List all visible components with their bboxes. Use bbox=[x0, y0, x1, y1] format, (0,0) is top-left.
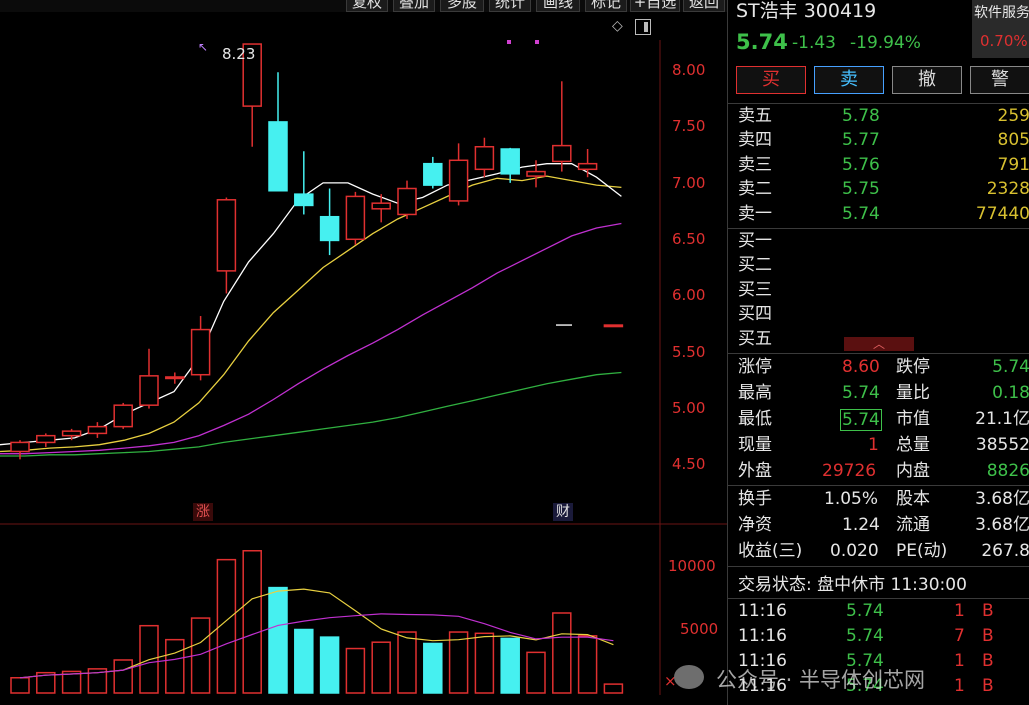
price-tick-5.00: 5.00 bbox=[672, 399, 706, 417]
price-tick-5.50: 5.50 bbox=[672, 343, 706, 361]
ask-row-3[interactable]: 卖三 5.76 791 bbox=[728, 153, 1029, 177]
sell-button[interactable]: 卖 bbox=[814, 66, 884, 94]
volume-bar bbox=[552, 612, 572, 694]
high-arrow-icon: ↖ bbox=[198, 40, 209, 54]
finance-tag[interactable]: 财 bbox=[553, 503, 573, 521]
candle-body bbox=[294, 193, 314, 207]
price-change-pct: -19.94% bbox=[850, 33, 921, 53]
volume-bar bbox=[526, 651, 546, 694]
buy-button[interactable]: 买 bbox=[736, 66, 806, 94]
price-tick-8.00: 8.00 bbox=[672, 61, 706, 79]
bid-row-4[interactable]: 买四 bbox=[728, 302, 1029, 326]
ask-row-1[interactable]: 卖一 5.74 77440 bbox=[728, 202, 1029, 226]
wechat-icon bbox=[674, 665, 704, 689]
candle-body bbox=[474, 145, 495, 171]
candle-body bbox=[397, 187, 417, 216]
event-dot bbox=[535, 40, 539, 44]
volume-bar bbox=[345, 647, 366, 694]
stats-row-turnover: 换手 1.05% 股本 3.68亿 bbox=[738, 489, 1029, 509]
candle-body bbox=[500, 148, 520, 175]
price-tick-6.00: 6.00 bbox=[672, 286, 706, 304]
candle-body bbox=[36, 434, 56, 444]
volume-bar bbox=[500, 637, 520, 694]
ma20-line bbox=[0, 222, 622, 455]
volume-bar bbox=[448, 631, 469, 694]
candle-body bbox=[268, 121, 288, 192]
volume-ma-line bbox=[19, 613, 614, 679]
candle-body bbox=[526, 170, 546, 177]
price-tick-4.50: 4.50 bbox=[672, 455, 706, 473]
tick-row: 11:16 5.74 1 B bbox=[738, 601, 994, 621]
ma60-line bbox=[0, 371, 622, 457]
candle-body bbox=[87, 425, 108, 435]
volume-bar bbox=[10, 677, 30, 694]
volume-tick-10000: 10000 bbox=[668, 557, 716, 575]
volume-bar bbox=[397, 631, 417, 694]
candle-body bbox=[165, 376, 185, 380]
candle-body bbox=[345, 195, 366, 241]
limit-up-tag[interactable]: 涨 bbox=[193, 503, 213, 521]
volume-bar bbox=[603, 683, 624, 694]
high-value-label: 8.23 bbox=[222, 45, 256, 63]
candle-body bbox=[113, 404, 133, 428]
sector-change-pct: 0.70% bbox=[980, 32, 1028, 50]
volume-bar bbox=[577, 635, 598, 694]
candle-body bbox=[319, 215, 340, 242]
candle-body bbox=[10, 441, 30, 453]
bid-row-1[interactable]: 买一 bbox=[728, 229, 1029, 253]
trade-status: 交易状态: 盘中休市 11:30:00 bbox=[738, 575, 967, 595]
event-dot bbox=[507, 40, 511, 44]
candle-body bbox=[61, 430, 82, 437]
stats-row-curvol: 现量 1 总量 38552 bbox=[738, 435, 1029, 455]
price-tick-7.50: 7.50 bbox=[672, 117, 706, 135]
ask-row-2[interactable]: 卖二 5.75 2328 bbox=[728, 177, 1029, 201]
stats-row-outer: 外盘 29726 内盘 8826 bbox=[738, 461, 1029, 481]
stock-name-code: ST浩丰 300419 bbox=[736, 0, 877, 22]
volume-bar bbox=[319, 636, 340, 694]
volume-bar bbox=[268, 586, 288, 694]
stats-row-low: 最低 5.74 市值 21.1亿 bbox=[738, 409, 1029, 431]
volume-bar bbox=[371, 641, 391, 694]
bid-row-3[interactable]: 买三 bbox=[728, 278, 1029, 302]
volume-bar bbox=[165, 638, 185, 694]
candle-body bbox=[448, 159, 469, 202]
stats-row-nav: 净资 1.24 流通 3.68亿 bbox=[738, 515, 1029, 535]
candle-body bbox=[552, 144, 572, 163]
quote-panel: ST浩丰 300419 软件服务 0.70% 5.74 -1.43 -19.94… bbox=[727, 0, 1029, 705]
candle-body bbox=[423, 162, 443, 186]
volume-bar bbox=[474, 632, 495, 694]
price-tick-6.50: 6.50 bbox=[672, 230, 706, 248]
ask-row-5[interactable]: 卖五 5.78 259 bbox=[728, 104, 1029, 128]
stats-row-limit: 涨停 8.60 跌停 5.74 bbox=[738, 357, 1029, 377]
cancel-order-button[interactable]: 撤 bbox=[892, 66, 962, 94]
volume-bar bbox=[242, 550, 262, 694]
last-price: 5.74 bbox=[736, 30, 788, 54]
bid-row-2[interactable]: 买二 bbox=[728, 253, 1029, 277]
price-change: -1.43 bbox=[792, 33, 836, 53]
volume-bar bbox=[294, 628, 314, 694]
ask-row-4[interactable]: 卖四 5.77 805 bbox=[728, 128, 1029, 152]
volume-bar bbox=[423, 642, 443, 694]
volume-ma-line bbox=[19, 588, 614, 679]
stats-row-high: 最高 5.74 量比 0.18 bbox=[738, 383, 1029, 403]
kline-chart[interactable] bbox=[0, 0, 727, 705]
candle-body bbox=[190, 328, 211, 376]
candle-body bbox=[371, 202, 391, 210]
stats-row-eps: 收益(三) 0.020 PE(动) 267.8 bbox=[738, 541, 1029, 561]
candle-body bbox=[603, 324, 624, 328]
sector-box[interactable]: 软件服务 0.70% bbox=[972, 0, 1029, 58]
candle-body bbox=[577, 162, 598, 171]
expand-chevron-icon[interactable]: ︿ bbox=[844, 337, 914, 351]
candle-body bbox=[216, 199, 237, 272]
alert-button[interactable]: 警 bbox=[970, 66, 1029, 94]
candle-body bbox=[139, 375, 159, 406]
tick-row: 11:16 5.74 7 B bbox=[738, 626, 994, 646]
price-tick-7.00: 7.00 bbox=[672, 174, 706, 192]
volume-tick-5000: 5000 bbox=[680, 620, 719, 638]
watermark-text: 公众号 · 半导体创芯网 bbox=[716, 668, 926, 692]
sector-label: 软件服务 bbox=[974, 5, 1029, 21]
ma10-line bbox=[0, 175, 622, 453]
volume-bar bbox=[113, 659, 133, 694]
